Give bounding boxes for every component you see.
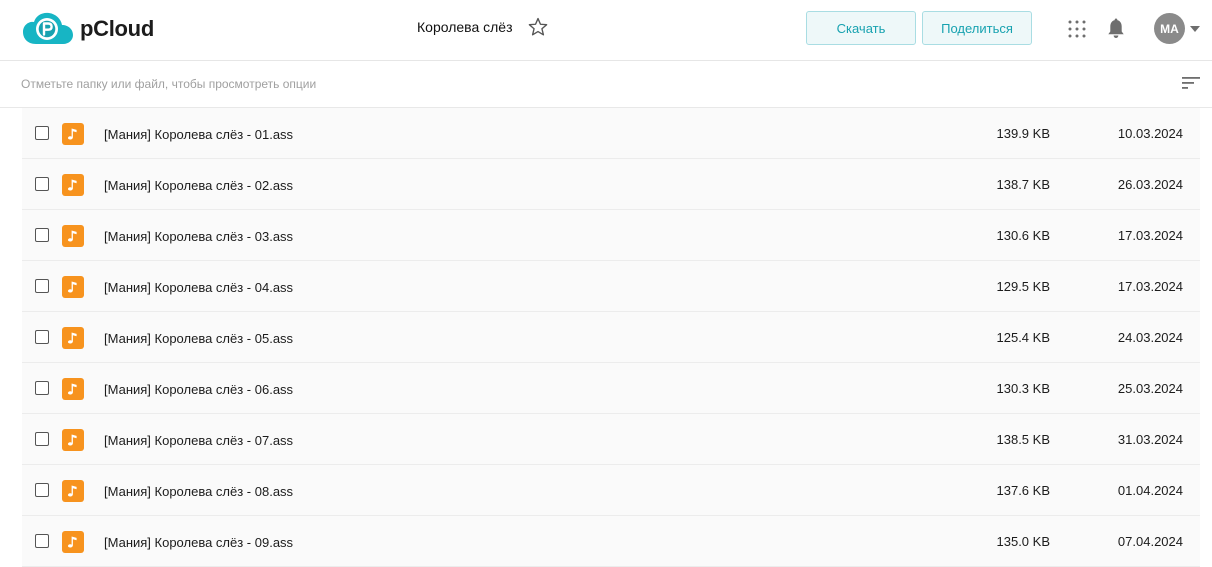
logo-text: pCloud: [80, 16, 154, 41]
file-date: 25.03.2024: [1117, 381, 1183, 396]
file-name[interactable]: [Мания] Королева слёз - 07.ass: [104, 433, 293, 448]
file-checkbox[interactable]: [35, 534, 49, 548]
file-row[interactable]: [Мания] Королева слёз - 07.ass 138.5 KB …: [22, 414, 1200, 465]
file-name[interactable]: [Мания] Королева слёз - 01.ass: [104, 127, 293, 142]
apps-grid-icon[interactable]: [1068, 20, 1086, 38]
music-note-icon: [62, 429, 84, 451]
file-row[interactable]: [Мания] Королева слёз - 03.ass 130.6 KB …: [22, 210, 1200, 261]
file-date: 10.03.2024: [1117, 126, 1183, 141]
music-note-icon: [62, 174, 84, 196]
music-note-icon: [62, 327, 84, 349]
file-checkbox[interactable]: [35, 432, 49, 446]
file-name[interactable]: [Мания] Королева слёз - 09.ass: [104, 535, 293, 550]
file-checkbox[interactable]: [35, 177, 49, 191]
sort-icon[interactable]: [1182, 76, 1200, 90]
file-date: 17.03.2024: [1117, 279, 1183, 294]
file-name[interactable]: [Мания] Королева слёз - 02.ass: [104, 178, 293, 193]
file-date: 24.03.2024: [1117, 330, 1183, 345]
top-header: pCloud Королева слёз Скачать Поделиться …: [0, 0, 1212, 61]
file-date: 17.03.2024: [1117, 228, 1183, 243]
file-name[interactable]: [Мания] Королева слёз - 08.ass: [104, 484, 293, 499]
music-note-icon: [62, 480, 84, 502]
folder-title: Королева слёз: [417, 19, 513, 35]
pcloud-cloud-icon: [23, 12, 73, 44]
file-date: 26.03.2024: [1117, 177, 1183, 192]
file-size: 137.6 KB: [996, 483, 1051, 498]
share-button[interactable]: Поделиться: [922, 11, 1032, 45]
file-size: 135.0 KB: [996, 534, 1051, 549]
file-checkbox[interactable]: [35, 483, 49, 497]
file-row[interactable]: [Мания] Королева слёз - 01.ass 139.9 KB …: [22, 108, 1200, 159]
file-size: 125.4 KB: [996, 330, 1051, 345]
file-row[interactable]: [Мания] Королева слёз - 09.ass 135.0 KB …: [22, 516, 1200, 567]
file-row[interactable]: [Мания] Королева слёз - 04.ass 129.5 KB …: [22, 261, 1200, 312]
file-list: [Мания] Королева слёз - 01.ass 139.9 KB …: [22, 108, 1200, 567]
selection-hint-bar: Отметьте папку или файл, чтобы просмотре…: [0, 61, 1212, 108]
selection-hint-text: Отметьте папку или файл, чтобы просмотре…: [21, 77, 317, 91]
file-size: 130.3 KB: [996, 381, 1051, 396]
star-icon[interactable]: [527, 16, 549, 38]
file-name[interactable]: [Мания] Королева слёз - 04.ass: [104, 280, 293, 295]
file-name[interactable]: [Мания] Королева слёз - 06.ass: [104, 382, 293, 397]
file-date: 01.04.2024: [1117, 483, 1183, 498]
file-checkbox[interactable]: [35, 228, 49, 242]
file-checkbox[interactable]: [35, 279, 49, 293]
folder-title-group: Королева слёз: [417, 16, 549, 38]
pcloud-logo[interactable]: pCloud: [22, 12, 154, 46]
music-note-icon: [62, 531, 84, 553]
file-checkbox[interactable]: [35, 126, 49, 140]
music-note-icon: [62, 378, 84, 400]
bell-icon[interactable]: [1106, 18, 1126, 40]
file-size: 129.5 KB: [996, 279, 1051, 294]
file-checkbox[interactable]: [35, 330, 49, 344]
chevron-down-icon[interactable]: [1190, 26, 1200, 32]
file-size: 138.5 KB: [996, 432, 1051, 447]
download-button[interactable]: Скачать: [806, 11, 916, 45]
file-size: 139.9 KB: [996, 126, 1051, 141]
file-name[interactable]: [Мания] Королева слёз - 03.ass: [104, 229, 293, 244]
file-row[interactable]: [Мания] Королева слёз - 02.ass 138.7 KB …: [22, 159, 1200, 210]
file-size: 138.7 KB: [996, 177, 1051, 192]
file-row[interactable]: [Мания] Королева слёз - 08.ass 137.6 KB …: [22, 465, 1200, 516]
file-size: 130.6 KB: [996, 228, 1051, 243]
music-note-icon: [62, 225, 84, 247]
file-date: 07.04.2024: [1117, 534, 1183, 549]
file-date: 31.03.2024: [1117, 432, 1183, 447]
user-avatar[interactable]: MA: [1154, 13, 1185, 44]
file-checkbox[interactable]: [35, 381, 49, 395]
music-note-icon: [62, 123, 84, 145]
file-name[interactable]: [Мания] Королева слёз - 05.ass: [104, 331, 293, 346]
file-row[interactable]: [Мания] Королева слёз - 06.ass 130.3 KB …: [22, 363, 1200, 414]
file-row[interactable]: [Мания] Королева слёз - 05.ass 125.4 KB …: [22, 312, 1200, 363]
music-note-icon: [62, 276, 84, 298]
